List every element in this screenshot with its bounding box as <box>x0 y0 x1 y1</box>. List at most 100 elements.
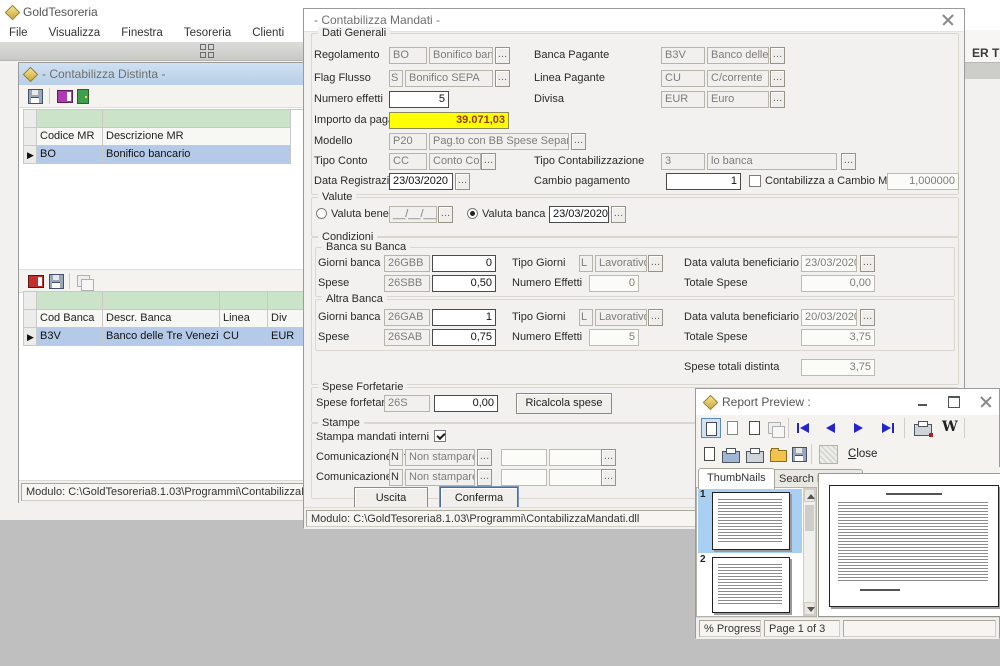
tile-windows-icon[interactable] <box>200 44 214 58</box>
close-preview-button[interactable]: Close <box>848 448 877 460</box>
banca-pagante-code[interactable]: B3V <box>661 47 705 64</box>
save-report-icon[interactable] <box>792 447 807 462</box>
minimize-icon[interactable] <box>918 396 929 407</box>
last-page-bar-icon[interactable] <box>892 423 894 433</box>
mandati-titlebar[interactable]: - Contabilizza Mandati - <box>304 9 964 32</box>
bsb-totale-spese-value[interactable]: 0,00 <box>801 275 875 292</box>
preview-titlebar[interactable]: Report Preview : <box>696 389 999 416</box>
ab-spese-code[interactable]: 26SAB <box>384 329 430 346</box>
thumbnail-1-page[interactable] <box>712 492 790 550</box>
comunicazione-banca-code[interactable]: N <box>389 469 403 486</box>
ab-tipo-giorni-desc[interactable]: Lavorativo <box>595 309 647 326</box>
thumbnail-2-page[interactable] <box>712 557 790 613</box>
spese-totali-distinta-value[interactable]: 3,75 <box>801 359 875 376</box>
table1-cell-descrizione[interactable]: Bonifico bancario <box>103 146 291 164</box>
table2-header-linea[interactable]: Linea <box>220 310 268 328</box>
comunicazione-banca-lookup-button-2[interactable]: … <box>601 469 616 486</box>
banca-pagante-lookup-button[interactable]: … <box>770 47 785 64</box>
printer-icon[interactable] <box>746 451 764 463</box>
divisa-code[interactable]: EUR <box>661 91 705 108</box>
first-page-icon[interactable] <box>797 423 799 433</box>
full-page-icon[interactable] <box>745 418 765 438</box>
valuta-banca-radio[interactable] <box>467 208 478 219</box>
menu-finestra[interactable]: Finestra <box>112 24 172 42</box>
next-page-icon[interactable] <box>854 423 863 433</box>
bsb-tipo-giorni-lookup-button[interactable]: … <box>648 255 663 272</box>
banca-pagante-desc[interactable]: Banco delle Tre Vene <box>707 47 769 64</box>
preview-close-icon[interactable] <box>980 396 993 409</box>
new-page-icon[interactable] <box>704 447 715 461</box>
ab-numero-effetti-value[interactable]: 5 <box>589 329 639 346</box>
modello-lookup-button[interactable]: … <box>571 133 586 150</box>
conferma-button[interactable]: Conferma <box>440 487 518 509</box>
numero-effetti-value[interactable]: 5 <box>389 91 449 108</box>
bsb-data-valuta-value[interactable]: 23/03/2020 <box>801 255 857 272</box>
ab-totale-spese-value[interactable]: 3,75 <box>801 329 875 346</box>
data-registrazione-value[interactable]: 23/03/2020 <box>389 173 453 190</box>
bsb-giorni-banca-code[interactable]: 26GBB <box>384 255 430 272</box>
table1-header-codice-mr[interactable]: Codice MR <box>37 128 103 146</box>
first-page-arrow-icon[interactable] <box>800 423 809 433</box>
comunicazione-fornitore-extra2[interactable] <box>549 449 609 466</box>
last-page-icon[interactable] <box>882 423 891 433</box>
tipo-contabilizzazione-desc[interactable]: lo banca <box>707 153 837 170</box>
ab-giorni-banca-code[interactable]: 26GAB <box>384 309 430 326</box>
regolamento-desc[interactable]: Bonifico bancario <box>429 47 493 64</box>
multi-page-icon[interactable] <box>765 418 785 438</box>
linea-pagante-code[interactable]: CU <box>661 70 705 87</box>
thumbnail-1-selection[interactable]: 1 <box>698 489 802 553</box>
bsb-tipo-giorni-desc[interactable]: Lavorativo <box>595 255 647 272</box>
comunicazione-fornitore-lookup-button[interactable]: … <box>477 449 492 466</box>
tipo-contabilizzazione-lookup-button[interactable]: … <box>841 153 856 170</box>
divisa-lookup-button[interactable]: … <box>770 91 785 108</box>
page-width-icon[interactable] <box>723 418 743 438</box>
print-setup-icon[interactable] <box>914 424 932 436</box>
comunicazione-fornitore-code[interactable]: N <box>389 449 403 466</box>
comunicazione-banca-lookup-button[interactable]: … <box>477 469 492 486</box>
open-folder-icon[interactable] <box>770 450 787 462</box>
comunicazione-fornitore-desc[interactable]: Non stampare <box>405 449 475 466</box>
table2-header-cod-banca[interactable]: Cod Banca <box>37 310 103 328</box>
table2-cell-linea[interactable]: CU <box>220 328 268 346</box>
thumbnail-2-container[interactable]: 2 <box>698 554 802 616</box>
bsb-data-valuta-lookup-button[interactable]: … <box>860 255 875 272</box>
tab-thumbnails[interactable]: ThumbNails <box>698 468 775 489</box>
tipo-conto-lookup-button[interactable]: … <box>481 153 496 170</box>
word-export-icon[interactable]: W <box>942 419 958 435</box>
ab-tipo-giorni-code[interactable]: L <box>579 309 593 326</box>
valuta-beneficiario-value[interactable]: __/__/____ <box>389 206 437 223</box>
scroll-up-button[interactable] <box>804 489 815 502</box>
ricalcola-spese-button[interactable]: Ricalcola spese <box>516 393 612 414</box>
ab-data-valuta-value[interactable]: 20/03/2020 <box>801 309 857 326</box>
distinta-titlebar[interactable]: - Contabilizza Distinta - <box>19 63 337 86</box>
table1-header-descrizione-mr[interactable]: Descrizione MR <box>103 128 291 146</box>
table2-cell-descr[interactable]: Banco delle Tre Venezie <box>103 328 220 346</box>
menu-clienti[interactable]: Clienti <box>243 24 293 42</box>
maximize-icon[interactable] <box>948 396 960 408</box>
bsb-tipo-giorni-code[interactable]: L <box>579 255 593 272</box>
scroll-down-button[interactable] <box>804 602 815 615</box>
comunicazione-banca-desc[interactable]: Non stampare <box>405 469 475 486</box>
data-registrazione-lookup-button[interactable]: … <box>455 173 470 190</box>
regolamento-code[interactable]: BO <box>389 47 427 64</box>
save-icon-2[interactable] <box>49 274 64 289</box>
spese-forfetarie-value[interactable]: 0,00 <box>434 395 498 412</box>
valuta-beneficiario-lookup-button[interactable]: … <box>438 206 453 223</box>
save-icon[interactable] <box>28 89 43 104</box>
exit-door-icon[interactable] <box>77 89 89 104</box>
previous-page-icon[interactable] <box>826 423 835 433</box>
tipo-conto-code[interactable]: CC <box>389 153 427 170</box>
comunicazione-banca-extra1[interactable] <box>501 469 547 486</box>
red-book-icon[interactable] <box>28 275 44 288</box>
flag-flusso-desc[interactable]: Bonifico SEPA <box>405 70 493 87</box>
menu-file[interactable]: File <box>0 24 37 42</box>
ab-giorni-banca-value[interactable]: 1 <box>432 309 496 326</box>
table1-cell-codice[interactable]: BO <box>37 146 103 164</box>
comunicazione-fornitore-lookup-button-2[interactable]: … <box>601 449 616 466</box>
bsb-giorni-banca-value[interactable]: 0 <box>432 255 496 272</box>
printer-color-icon[interactable] <box>722 451 740 463</box>
scroll-thumb[interactable] <box>805 505 814 531</box>
comunicazione-fornitore-extra1[interactable] <box>501 449 547 466</box>
book-icon[interactable] <box>57 90 73 103</box>
menu-visualizza[interactable]: Visualizza <box>40 24 110 42</box>
